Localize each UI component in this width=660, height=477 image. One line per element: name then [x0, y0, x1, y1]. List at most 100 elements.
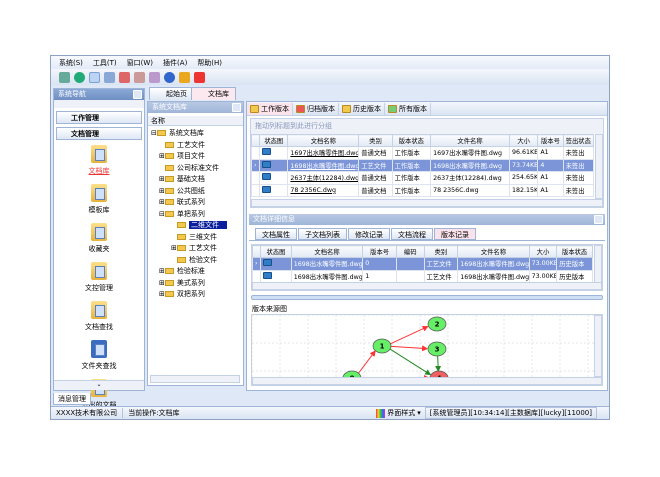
group-label: 文档管理 — [71, 130, 99, 138]
tree-node[interactable]: ⊞ 公共图纸 — [151, 186, 243, 198]
tree-hscroll[interactable] — [150, 375, 240, 383]
tab-version-log[interactable]: 版本记录 — [434, 228, 476, 240]
splitter[interactable] — [251, 295, 603, 300]
tree-node[interactable]: ⊞ 基础文档 — [151, 174, 243, 186]
tab-child-docs[interactable]: 子文档列表 — [298, 228, 347, 240]
table-row[interactable]: 2637主体(12284).dwg 普通文档 工作版本 2637主体(12284).d… — [250, 171, 595, 185]
tab-modify-log[interactable]: 修改记录 — [348, 228, 390, 240]
menu-help[interactable]: 帮助(H) — [197, 58, 222, 68]
nav-scroll-up[interactable] — [54, 100, 144, 108]
nav-item-doc-control[interactable]: 文控管理 — [54, 260, 144, 299]
history-version-button[interactable]: 历史版本 — [339, 102, 385, 115]
doc-props-icon[interactable] — [134, 71, 145, 83]
nav-item-doc-library[interactable]: 文档库 — [54, 143, 144, 182]
lock-icon[interactable] — [179, 71, 190, 83]
column-header[interactable]: 状态图 — [259, 134, 289, 147]
tree-node[interactable]: ⊞ 双把系列 — [151, 289, 243, 301]
table-cell: 1697出水嘴零件图.dwg — [430, 146, 510, 160]
new-doc-icon[interactable] — [59, 71, 70, 83]
menu-system[interactable]: 系统(S) — [59, 58, 83, 68]
column-header[interactable]: 版本号 — [362, 245, 397, 258]
svg-text:3: 3 — [435, 346, 440, 354]
graph-hscroll[interactable] — [252, 377, 602, 385]
nav-group-work[interactable]: 工作管理 — [56, 111, 142, 124]
column-header[interactable]: 版本状态 — [556, 245, 593, 258]
tree-node[interactable]: ⊞ 联式系列 — [151, 197, 243, 209]
tab-doc-library[interactable]: 文档库 — [191, 87, 236, 100]
column-header[interactable]: 文件名称 — [430, 134, 510, 147]
menu-window[interactable]: 窗口(W) — [127, 58, 153, 68]
graph-vscroll[interactable] — [594, 315, 602, 377]
tree-node-selected[interactable]: 二维文件 — [151, 220, 243, 232]
column-header[interactable]: 签出状态 — [562, 134, 595, 147]
table-cell: 1698出水嘴零件图.dwg — [290, 257, 364, 271]
version-vscroll[interactable] — [594, 245, 602, 284]
pin-icon[interactable] — [232, 103, 241, 112]
column-header[interactable]: 版本号 — [537, 134, 564, 147]
column-header[interactable]: 状态图 — [260, 245, 292, 258]
tab-doc-flow[interactable]: 文档流程 — [391, 228, 433, 240]
layout-icon[interactable] — [104, 71, 115, 83]
column-header[interactable]: 文档名称 — [287, 134, 360, 147]
table-row[interactable]: › 1698出水嘴零件图.dwg 工艺文件 工作版本 1698出水嘴零件图.dwg 73.… — [250, 158, 595, 172]
detail-title: 文档详细信息 — [253, 215, 295, 223]
column-header[interactable]: 版本状态 — [391, 134, 432, 147]
table-row[interactable]: 78 2356C.dwg普通文档工作版本78 2356C.dwg182.15KB… — [250, 183, 595, 197]
help-icon[interactable] — [164, 71, 175, 83]
status-bar: XXXX技术有限公司 当前操作:文档库 界面样式 ▾ [系统管理员][10:34:… — [51, 406, 609, 419]
doc-hscroll[interactable] — [251, 199, 603, 207]
column-header[interactable]: 文件名称 — [457, 245, 530, 258]
table-cell: 工作版本 — [391, 158, 432, 172]
tree-node[interactable]: ⊟ 单把系列 — [151, 209, 243, 221]
column-header[interactable]: 大小 — [528, 245, 558, 258]
column-header[interactable]: 大小 — [508, 134, 539, 147]
doc-red-icon[interactable] — [119, 71, 130, 83]
nav-scroll-down[interactable]: ⌄ — [54, 380, 144, 390]
nav-item-doc-search[interactable]: 文档查找 — [54, 299, 144, 338]
all-versions-button[interactable]: 所有版本 — [385, 102, 431, 115]
column-header[interactable]: 类别 — [423, 245, 459, 258]
tree-node[interactable]: 三维文件 — [151, 232, 243, 244]
tree-node[interactable]: ⊞ 美式系列 — [151, 278, 243, 290]
tab-messages[interactable]: 消息管理 — [53, 393, 91, 405]
power-icon[interactable] — [194, 71, 205, 83]
window-icon[interactable] — [89, 71, 100, 83]
tree-node[interactable]: ⊞ 项目文件 — [151, 151, 243, 163]
nav-item-folder-search[interactable]: 文件夹查找 — [54, 338, 144, 377]
graph-node[interactable]: 1 — [372, 338, 392, 354]
version-hscroll[interactable] — [252, 282, 602, 290]
graph-node[interactable]: 3 — [427, 341, 447, 357]
nav-item-favorites[interactable]: 收藏夹 — [54, 221, 144, 260]
column-header[interactable]: 文档名称 — [290, 245, 364, 258]
nav-item-templates[interactable]: 模板库 — [54, 182, 144, 221]
table-cell: 工艺文件 — [423, 257, 459, 271]
tree-node[interactable]: 公司标准文件 — [151, 163, 243, 175]
pin-icon[interactable] — [133, 90, 142, 99]
graph-node[interactable]: 2 — [427, 316, 447, 332]
column-header[interactable]: 类别 — [358, 134, 393, 147]
menu-plugins[interactable]: 插件(A) — [163, 58, 187, 68]
tree-node[interactable]: 检验文件 — [151, 255, 243, 267]
tree-node[interactable]: 工艺文件 — [151, 140, 243, 152]
tree-node[interactable]: ⊞ 检验标准 — [151, 266, 243, 278]
tree-node[interactable]: ⊞ 工艺文件 — [151, 243, 243, 255]
status-operation: 当前操作:文档库 — [128, 409, 180, 417]
nav-group-docs[interactable]: 文档管理 — [56, 127, 142, 140]
table-row[interactable]: 1698出水嘴零件图.dwg 1 工艺文件 1698出水嘴零件图.dwg 73.00KB… — [252, 269, 593, 283]
column-header[interactable]: 编码 — [395, 245, 425, 258]
table-row[interactable]: › 1698出水嘴零件图.dwg 0 工艺文件 1698出水嘴零件图.dwg 73.00K… — [252, 257, 593, 271]
working-version-button[interactable]: 工作版本 — [247, 102, 293, 115]
globe-icon[interactable] — [74, 71, 85, 83]
tab-doc-properties[interactable]: 文档属性 — [255, 228, 297, 240]
table-row[interactable]: 1697出水嘴零件图.dwg 普通文档 工作版本 1697出水嘴零件图.dwg 96.6… — [250, 146, 595, 160]
archived-version-button[interactable]: 归档版本 — [293, 102, 339, 115]
doc-vscroll[interactable] — [595, 134, 603, 199]
pin-icon[interactable] — [594, 215, 603, 224]
tree-node-root[interactable]: ⊟ 系统文档库 — [151, 128, 243, 140]
menu-tools[interactable]: 工具(T) — [93, 58, 117, 68]
doc-list-icon[interactable] — [149, 71, 160, 83]
ui-style-dropdown[interactable]: 界面样式 ▾ — [372, 408, 425, 418]
tab-start-page[interactable]: 起始页 — [149, 87, 194, 100]
version-toolbar: 工作版本 归档版本 历史版本 所有版本 — [247, 102, 607, 116]
graph-canvas[interactable]: 01234 — [252, 315, 598, 377]
